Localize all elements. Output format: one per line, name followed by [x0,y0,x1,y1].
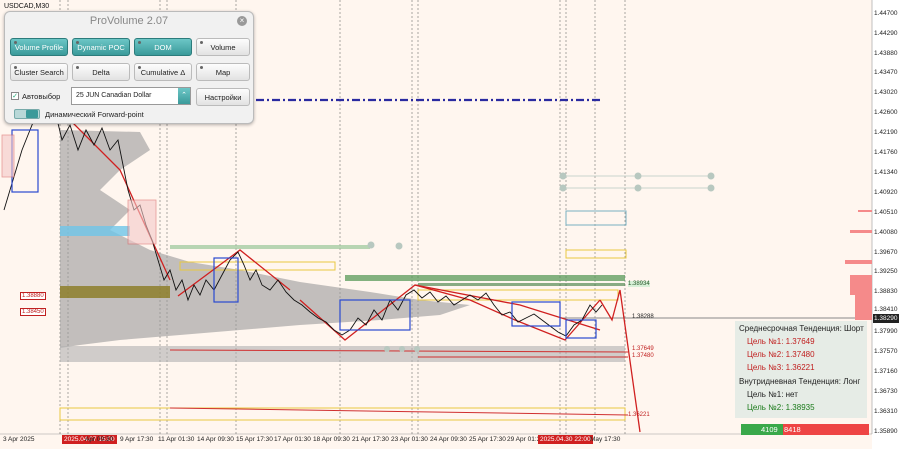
panel-title: ProVolume 2.07 [89,15,169,27]
medium-trend-label: Среднесрочная Тенденция: Шорт [739,324,864,333]
settings-button[interactable]: Настройки [196,88,250,106]
price-tick: 1.41340 [874,169,898,176]
level-text: 1.37480 [632,353,654,359]
time-tick: 9 Apr 17:30 [120,436,154,443]
dom-label: DOM [154,43,172,52]
intraday-target-1: Цель №1: нет [747,390,798,399]
price-tick: 1.39250 [874,268,898,275]
indicator-dot-icon [138,66,141,69]
intraday-trend-label: Внутридневная Тенденция: Лонг [739,377,861,386]
map-button[interactable]: Map [196,63,250,81]
time-tick: 23 Apr 01:30 [391,436,428,443]
forward-point-toggle[interactable] [14,109,40,119]
dynamic-poc-label: Dynamic POC [77,43,125,52]
time-tick: 17 Apr 01:30 [274,436,311,443]
provolume-panel[interactable]: ProVolume 2.07 × Volume Profile Dynamic … [4,11,254,124]
level-tag: 1.38880 [20,292,46,300]
cumulative-delta-button[interactable]: Cumulative Δ [134,63,192,81]
toggle-knob [26,110,38,118]
indicator-dot-icon [138,41,141,44]
instrument-value: 25 JUN Canadian Dollar [76,92,152,99]
green-level-upper [345,275,625,281]
volume-label: Volume [210,43,236,52]
indicator-dot-icon [76,41,79,44]
price-tick: 1.40510 [874,209,898,216]
instrument-select[interactable]: 25 JUN Canadian Dollar ⌃ [71,87,191,105]
close-icon[interactable]: × [237,16,247,26]
sell-volume: 8418 [783,424,869,435]
chevron-down-icon[interactable]: ⌃ [178,88,190,104]
auto-select-checkbox[interactable]: ✓ [11,92,19,100]
price-tick: 1.40920 [874,189,898,196]
green-level-left [170,245,370,249]
level-text: 1.36221 [628,412,650,418]
green-level-mid [418,283,625,286]
price-tick: 1.43470 [874,69,898,76]
time-tick: 25 Apr 17:30 [469,436,506,443]
delta-button[interactable]: Delta [72,63,130,81]
auto-select-label: Автовыбор [22,92,61,101]
medium-target-3: Цель №3: 1.36221 [747,363,815,372]
current-price-label: 1.38290 [874,315,898,322]
poc-zone-blue [60,226,130,236]
time-tick: May 17:30 [590,436,621,443]
time-tick: 15 Apr 17:30 [236,436,273,443]
price-tick: 1.38830 [874,288,898,295]
medium-target-2: Цель №2: 1.37480 [747,350,815,359]
level-text: 1.37649 [632,346,654,352]
lower-grey-zone [60,346,625,362]
time-tick: 3 Apr 2025 [3,436,35,443]
price-tick: 1.42190 [874,129,898,136]
volume-button[interactable]: Volume [196,38,250,56]
forward-point-label: Динамический Forward-point [45,110,144,119]
indicator-dot-icon [200,41,203,44]
symbol-label: USDCAD,M30 [4,3,50,10]
time-tick: 18 Apr 09:30 [313,436,350,443]
delta-label: Delta [92,68,110,77]
medium-target-1: Цель №1: 1.37649 [747,337,815,346]
price-tick: 1.43020 [874,89,898,96]
price-tick: 1.37990 [874,328,898,335]
buy-volume: 4109 [741,424,783,435]
price-tick: 1.43880 [874,50,898,57]
price-tick: 1.41760 [874,149,898,156]
level-tag: 1.38450 [20,308,46,316]
time-tick: 11 Apr 01:30 [158,436,195,443]
price-tick: 1.37160 [874,368,898,375]
volume-profile-label: Volume Profile [14,43,64,52]
price-tick: 1.40080 [874,229,898,236]
price-tick: 1.35890 [874,428,898,435]
cluster-search-button[interactable]: Cluster Search [10,63,68,81]
price-tick: 1.38410 [874,306,898,313]
time-highlight: 2025.04.30 22:00 [538,435,593,444]
dynamic-poc-button[interactable]: Dynamic POC [72,38,130,56]
dom-button[interactable]: DOM [134,38,192,56]
poc-zone-olive [60,286,170,298]
price-tick: 1.37570 [874,348,898,355]
price-tick: 1.39670 [874,249,898,256]
map-label: Map [215,68,231,77]
indicator-dot-icon [14,41,17,44]
cluster-search-label: Cluster Search [14,68,64,77]
volume-profile-button[interactable]: Volume Profile [10,38,68,56]
time-tick: 21 Apr 17:30 [352,436,389,443]
time-tick: Apr 09:30 [85,436,114,443]
cumulative-delta-label: Cumulative Δ [140,68,186,77]
price-tick: 1.36310 [874,408,898,415]
price-tick: 1.44700 [874,10,898,17]
time-tick: 14 Apr 09:30 [197,436,234,443]
indicator-dot-icon [200,66,203,69]
price-tick: 1.42600 [874,109,898,116]
level-text: 1.38934 [628,281,650,287]
time-tick: 24 Apr 09:30 [430,436,467,443]
volume-balance-bar: 4109 8418 [741,424,869,435]
price-tick: 1.44290 [874,30,898,37]
indicator-dot-icon [14,66,17,69]
intraday-target-2: Цель №2: 1.38935 [747,403,815,412]
targets-panel: Среднесрочная Тенденция: Шорт Цель №1: 1… [735,321,867,418]
indicator-dot-icon [76,66,79,69]
level-text: 1.38288 [632,314,654,320]
price-tick: 1.36730 [874,388,898,395]
